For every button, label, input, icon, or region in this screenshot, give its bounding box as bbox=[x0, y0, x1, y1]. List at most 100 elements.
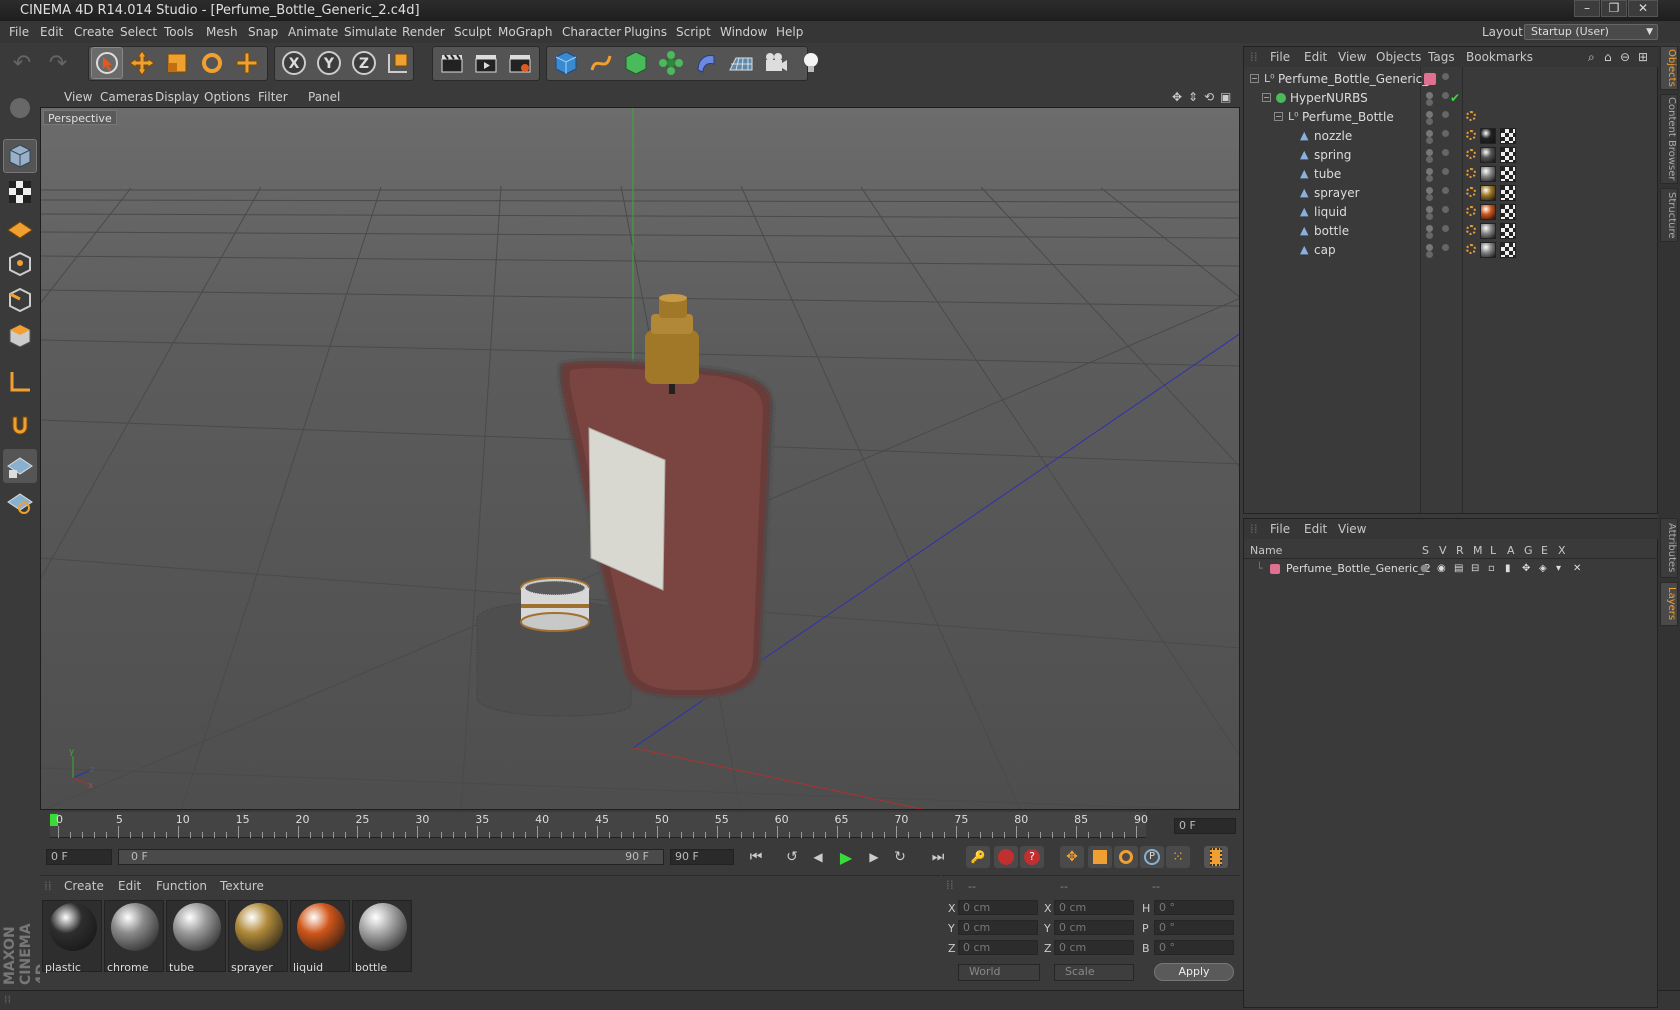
material-tag-icon[interactable] bbox=[1480, 223, 1496, 239]
phong-tag-icon[interactable] bbox=[1466, 187, 1476, 197]
phong-tag-icon[interactable] bbox=[1466, 168, 1476, 178]
editor-visibility-dot[interactable] bbox=[1426, 225, 1433, 232]
layer-render-icon[interactable]: ▤ bbox=[1454, 560, 1463, 578]
material-swatch-chrome[interactable]: chrome bbox=[104, 900, 164, 974]
x-axis-lock-button[interactable]: X bbox=[278, 47, 310, 79]
material-menu-create[interactable]: Create bbox=[64, 876, 104, 896]
rot-p-field[interactable]: 0 ° bbox=[1154, 920, 1234, 935]
render-settings-button[interactable] bbox=[504, 47, 536, 79]
polygons-mode-button[interactable] bbox=[3, 319, 37, 353]
add-nurbs-button[interactable] bbox=[620, 47, 652, 79]
layer-column-a[interactable]: A bbox=[1507, 544, 1515, 557]
tab-structure[interactable]: Structure bbox=[1660, 188, 1678, 242]
material-swatch-sprayer[interactable]: sprayer bbox=[228, 900, 288, 974]
object-menu-objects[interactable]: Objects bbox=[1376, 47, 1421, 67]
3d-viewport[interactable]: y z x Perspective bbox=[40, 107, 1240, 810]
keyframe-selection-button[interactable]: ? bbox=[1020, 846, 1044, 868]
rot-h-field[interactable]: 0 ° bbox=[1154, 900, 1234, 915]
object-row[interactable]: ▲ liquid bbox=[1244, 202, 1659, 222]
key-pla-button[interactable]: ⁙ bbox=[1166, 846, 1190, 868]
layer-column-s[interactable]: S bbox=[1422, 544, 1429, 557]
layer-menu-view[interactable]: View bbox=[1338, 519, 1366, 539]
menu-help[interactable]: Help bbox=[776, 21, 803, 43]
render-visibility-dot[interactable] bbox=[1426, 251, 1433, 258]
object-axis-mode-button[interactable] bbox=[3, 365, 37, 399]
render-view-button[interactable] bbox=[436, 47, 468, 79]
layer-menu-edit[interactable]: Edit bbox=[1304, 519, 1327, 539]
editor-visibility-dot[interactable] bbox=[1442, 225, 1449, 232]
render-visibility-dot[interactable] bbox=[1426, 232, 1433, 239]
texture-tag-icon[interactable] bbox=[1500, 147, 1516, 163]
key-parameter-button[interactable]: P bbox=[1140, 846, 1164, 868]
viewport-menu-filter[interactable]: Filter bbox=[258, 88, 288, 107]
material-tag-icon[interactable] bbox=[1480, 204, 1496, 220]
layer-color-swatch[interactable] bbox=[1270, 564, 1280, 574]
object-row[interactable]: ▲ cap bbox=[1244, 240, 1659, 260]
render-visibility-dot[interactable] bbox=[1426, 156, 1433, 163]
object-row[interactable]: ▲ tube bbox=[1244, 164, 1659, 184]
add-light-button[interactable] bbox=[795, 47, 827, 79]
menu-edit[interactable]: Edit bbox=[40, 21, 63, 43]
timeline-ruler[interactable]: 0 5 10 15 20 25 30 35 40 45 50 55 60 65 70 75 80 85 90 0 F bbox=[40, 810, 1240, 842]
tree-expand-icon[interactable]: − bbox=[1262, 93, 1271, 102]
object-name[interactable]: spring bbox=[1314, 145, 1351, 165]
size-y-field[interactable]: 0 cm bbox=[1054, 920, 1134, 935]
editor-visibility-dot[interactable] bbox=[1442, 111, 1449, 118]
layer-column-l[interactable]: L bbox=[1490, 544, 1496, 557]
snap-toggle-button[interactable] bbox=[3, 409, 37, 443]
editor-visibility-dot[interactable] bbox=[1442, 92, 1449, 99]
editor-visibility-dot[interactable] bbox=[1442, 187, 1449, 194]
editor-visibility-dot[interactable] bbox=[1442, 73, 1449, 80]
add-spline-button[interactable] bbox=[585, 47, 617, 79]
viewport-menu-display[interactable]: Display bbox=[155, 88, 199, 107]
add-floor-button[interactable] bbox=[725, 47, 757, 79]
live-selection-button[interactable] bbox=[91, 47, 123, 79]
object-row[interactable]: ▲ bottle bbox=[1244, 221, 1659, 241]
tab-attributes[interactable]: Attributes bbox=[1660, 518, 1678, 578]
material-tag-icon[interactable] bbox=[1480, 185, 1496, 201]
add-array-button[interactable] bbox=[655, 47, 687, 79]
enabled-check-icon[interactable]: ✔ bbox=[1450, 88, 1460, 108]
editor-visibility-dot[interactable] bbox=[1426, 206, 1433, 213]
object-name[interactable]: Perfume_Bottle_Generic_2 bbox=[1278, 69, 1436, 89]
viewport-zoom-icon[interactable]: ⇕ bbox=[1188, 88, 1198, 107]
menu-select[interactable]: Select bbox=[120, 21, 157, 43]
play-button[interactable]: ▶ bbox=[834, 846, 858, 868]
editor-visibility-dot[interactable] bbox=[1426, 130, 1433, 137]
pos-x-field[interactable]: 0 cm bbox=[958, 900, 1038, 915]
layer-column-x[interactable]: X bbox=[1558, 544, 1566, 557]
layer-column-g[interactable]: G bbox=[1524, 544, 1533, 557]
object-row[interactable]: − L⁰ Perfume_Bottle_Generic_2 bbox=[1244, 69, 1659, 89]
material-tag-icon[interactable] bbox=[1480, 242, 1496, 258]
menu-mograph[interactable]: MoGraph bbox=[498, 21, 553, 43]
object-menu-bookmarks[interactable]: Bookmarks bbox=[1466, 47, 1533, 67]
layer-color-swatch[interactable] bbox=[1424, 73, 1436, 85]
end-frame-field[interactable]: 90 F bbox=[670, 849, 734, 865]
tab-objects[interactable]: Objects bbox=[1660, 46, 1678, 90]
key-position-button[interactable]: ✥ bbox=[1060, 846, 1084, 868]
object-name[interactable]: Perfume_Bottle bbox=[1302, 107, 1394, 127]
render-visibility-dot[interactable] bbox=[1426, 213, 1433, 220]
editor-visibility-dot[interactable] bbox=[1426, 244, 1433, 251]
autokey-button[interactable] bbox=[994, 846, 1018, 868]
texture-tag-icon[interactable] bbox=[1500, 204, 1516, 220]
viewport-menu-options[interactable]: Options bbox=[204, 88, 250, 107]
material-swatch-bottle[interactable]: bottle bbox=[352, 900, 412, 974]
timeline-window-button[interactable] bbox=[1204, 846, 1228, 868]
planar-workplane-button[interactable] bbox=[3, 485, 37, 519]
model-mode-button[interactable] bbox=[3, 139, 37, 173]
texture-tag-icon[interactable] bbox=[1500, 128, 1516, 144]
scale-tool-button[interactable] bbox=[161, 47, 193, 79]
object-name[interactable]: nozzle bbox=[1314, 126, 1352, 146]
viewport-menu-view[interactable]: View bbox=[64, 88, 92, 107]
render-visibility-dot[interactable] bbox=[1426, 137, 1433, 144]
add-cube-button[interactable] bbox=[550, 47, 582, 79]
editor-visibility-dot[interactable] bbox=[1442, 130, 1449, 137]
menu-script[interactable]: Script bbox=[676, 21, 711, 43]
tree-expand-icon[interactable]: − bbox=[1250, 74, 1259, 83]
menu-simulate[interactable]: Simulate bbox=[344, 21, 397, 43]
size-mode-dropdown[interactable]: Scale bbox=[1054, 964, 1134, 981]
menu-character[interactable]: Character bbox=[562, 21, 621, 43]
menu-mesh[interactable]: Mesh bbox=[206, 21, 238, 43]
frame-range-slider[interactable]: 0 F 90 F bbox=[118, 849, 664, 865]
